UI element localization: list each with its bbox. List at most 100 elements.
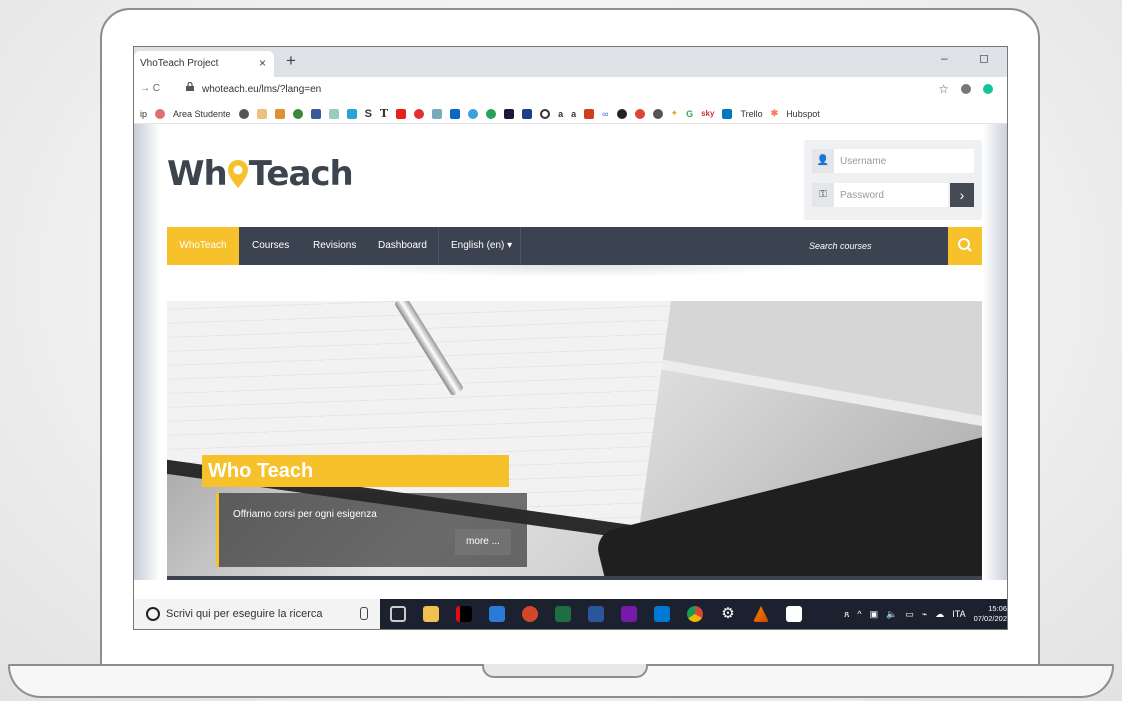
hero-title: Who Teach (202, 455, 509, 487)
bookmark-icon[interactable] (540, 108, 551, 119)
window-controls[interactable]: – ◻ (941, 51, 1003, 65)
username-field[interactable]: 👤 Username (812, 149, 974, 173)
grammarly-icon[interactable] (983, 84, 993, 94)
nav-divider (438, 227, 439, 265)
bookmark-icon[interactable] (274, 108, 285, 119)
taskbar-search[interactable]: Scrivi qui per eseguire la ricerca (134, 599, 380, 629)
nav-item-dashboard[interactable]: Dashboard (378, 227, 427, 265)
username-placeholder: Username (840, 156, 887, 167)
meet-now-icon[interactable]: ▣ (870, 609, 879, 620)
photos-icon[interactable] (786, 606, 802, 622)
bookmark-icon[interactable] (328, 108, 339, 119)
navbar-shadow (314, 265, 834, 277)
nav-item-language[interactable]: English (en) ▾ (451, 227, 512, 265)
chrome-icon[interactable] (687, 606, 703, 622)
bookmark-icon[interactable] (292, 108, 303, 119)
bookmark-icon[interactable]: ✦ (671, 108, 679, 119)
bookmark-apps[interactable]: ip (140, 109, 147, 119)
key-icon: ⚿ (812, 183, 834, 207)
play-icon[interactable] (486, 108, 497, 119)
hero-subtitle: Offriamo corsi per ogni esigenza (233, 509, 377, 520)
hero-tablet-image (616, 301, 982, 438)
lock-icon (186, 82, 194, 91)
rai-icon[interactable] (522, 108, 533, 119)
site-navbar: WhoTeach Courses Revisions Dashboard Eng… (167, 227, 982, 265)
bookmark-icon[interactable] (584, 108, 595, 119)
infinity-icon[interactable]: ∞ (602, 109, 608, 119)
whoteach-logo[interactable]: Wh Teach (167, 154, 354, 194)
map-pin-icon (227, 160, 248, 188)
vlc-icon[interactable] (753, 606, 769, 622)
hero-slider: Who Teach Offriamo corsi per ogni esigen… (167, 301, 982, 580)
search-button[interactable] (948, 227, 982, 265)
bookmark-icon[interactable] (256, 108, 267, 119)
bookmark-area-studente[interactable]: Area Studente (173, 109, 231, 119)
nav-item-courses[interactable]: Courses (252, 227, 289, 265)
search-courses-input[interactable]: Search courses (809, 227, 872, 265)
chevron-up-icon[interactable]: ^ (857, 609, 861, 619)
bookmark-icon[interactable] (346, 108, 357, 119)
laptop-screen: VhoTeach Project × + – ◻ → C whoteach.eu… (133, 46, 1008, 630)
task-view-icon[interactable] (390, 606, 406, 622)
people-icon[interactable]: ጸ (844, 609, 849, 620)
powerpoint-icon[interactable] (522, 606, 538, 622)
excel-icon[interactable] (555, 606, 571, 622)
browser-tab[interactable]: VhoTeach Project × (134, 51, 274, 77)
bookmark-trello[interactable]: Trello (740, 109, 762, 119)
settings-gear-icon[interactable]: ⚙ (720, 606, 736, 622)
outlook-icon[interactable] (654, 606, 670, 622)
netflix-icon[interactable] (456, 606, 472, 622)
logo-text-part2: Teach (248, 154, 354, 194)
password-placeholder: Password (840, 190, 884, 201)
hubspot-icon: ✱ (770, 108, 779, 118)
microphone-icon[interactable] (360, 607, 368, 620)
hero-phone-image (593, 432, 982, 580)
bookmark-icon[interactable] (634, 108, 645, 119)
bookmark-icon[interactable] (432, 108, 443, 119)
youtube-icon[interactable] (396, 108, 407, 119)
onenote-icon[interactable] (621, 606, 637, 622)
new-tab-button[interactable]: + (286, 51, 296, 71)
globe-icon[interactable] (238, 108, 249, 119)
user-icon: 👤 (812, 149, 834, 173)
bookmark-icon[interactable] (652, 108, 663, 119)
extension-icon[interactable] (961, 84, 971, 94)
onedrive-icon[interactable]: ☁ (935, 609, 944, 620)
close-tab-icon[interactable]: × (259, 56, 266, 70)
password-field[interactable]: ⚿ Password (812, 183, 948, 207)
tab-title: VhoTeach Project (140, 58, 219, 69)
nav-buttons[interactable]: → C (140, 83, 160, 94)
clock[interactable]: 15:06 07/02/202 (974, 604, 1007, 624)
amazon-icon[interactable]: a (571, 109, 576, 119)
star-icon[interactable]: ☆ (938, 82, 949, 96)
sky-icon[interactable]: sky (701, 109, 714, 118)
bookmarks-bar: ip Area Studente S T a a ∞ ✦ G sky Trell… (134, 103, 1007, 124)
network-icon[interactable]: ⌁ (922, 609, 927, 620)
language-indicator[interactable]: ITA (952, 609, 965, 619)
bookmark-icon[interactable] (616, 108, 627, 119)
nav-item-whoteach[interactable]: WhoTeach (167, 227, 239, 265)
battery-icon[interactable]: ▭ (905, 609, 914, 620)
word-icon[interactable] (588, 606, 604, 622)
amazon-icon[interactable]: a (558, 109, 563, 119)
login-submit-button[interactable]: › (950, 183, 974, 207)
skype-s-icon[interactable]: S (365, 108, 372, 120)
browser-tab-bar: VhoTeach Project × + – ◻ (134, 47, 1007, 77)
bookmark-icon[interactable] (504, 108, 515, 119)
bookmark-icon[interactable] (468, 108, 479, 119)
more-button[interactable]: more ... (455, 529, 511, 555)
nyt-icon[interactable]: T (380, 107, 388, 120)
system-tray: ጸ ^ ▣ 🔈 ▭ ⌁ ☁ ITA 15:06 07/02/202 (844, 599, 1007, 629)
hero-bottom-bar (167, 576, 982, 580)
volume-muted-icon[interactable]: 🔈 (886, 609, 897, 620)
google-icon[interactable]: G (686, 109, 693, 119)
url-field[interactable]: whoteach.eu/lms/?lang=en (202, 84, 321, 95)
linkedin-icon[interactable] (450, 108, 461, 119)
opera-icon[interactable] (414, 108, 425, 119)
clock-time: 15:06 (988, 604, 1007, 613)
file-explorer-icon[interactable] (423, 606, 439, 622)
nav-item-revisions[interactable]: Revisions (313, 227, 356, 265)
sky-go-icon[interactable] (489, 606, 505, 622)
bookmark-hubspot[interactable]: Hubspot (786, 109, 820, 119)
facebook-icon[interactable] (310, 108, 321, 119)
